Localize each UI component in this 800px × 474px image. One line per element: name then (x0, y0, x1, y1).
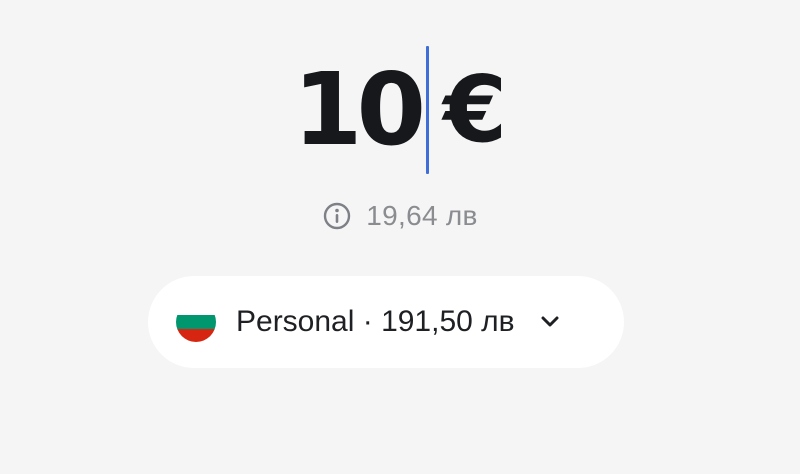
converted-amount-text: 19,64 лв (366, 200, 478, 231)
account-selector-button[interactable]: Personal · 191,50 лв (148, 276, 624, 368)
chevron-down-icon (515, 316, 559, 328)
amount-value[interactable]: 10 (293, 60, 426, 160)
info-icon[interactable] (322, 201, 352, 231)
transfer-amount-screen: 10 € 19,64 лв Personal · 191,50 лв (0, 0, 800, 474)
bulgaria-flag-icon (176, 302, 216, 342)
amount-input[interactable]: 10 € (0, 44, 800, 176)
account-label: Personal · 191,50 лв (236, 305, 515, 338)
currency-symbol: € (443, 56, 508, 163)
converted-amount: 19,64 лв (0, 196, 800, 236)
text-cursor (426, 46, 430, 174)
